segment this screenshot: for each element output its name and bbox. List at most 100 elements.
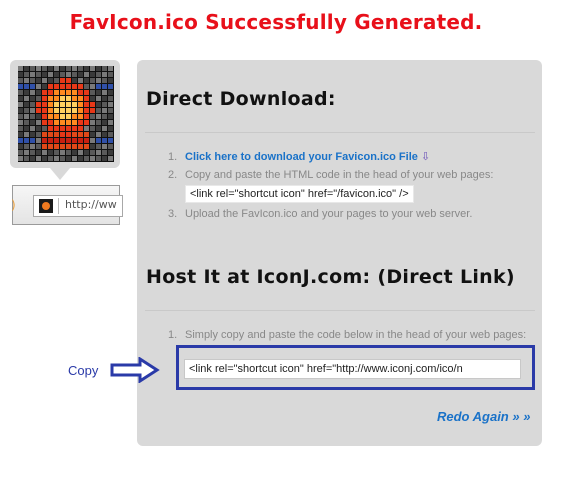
pixel	[96, 126, 101, 131]
pixel	[42, 90, 47, 95]
pixel	[66, 90, 71, 95]
pixel	[102, 102, 107, 107]
pixel	[24, 84, 29, 89]
divider	[145, 132, 535, 133]
redo-again-link[interactable]: Redo Again » »	[437, 409, 530, 424]
pixel	[78, 108, 83, 113]
pixel	[30, 102, 35, 107]
pixel	[108, 102, 113, 107]
pixel	[24, 102, 29, 107]
pixel	[66, 66, 71, 71]
pixel	[78, 96, 83, 101]
pixel	[18, 156, 23, 161]
pixel	[84, 138, 89, 143]
browser-address-bar-preview: ) http://ww	[11, 185, 123, 225]
pixel	[96, 144, 101, 149]
pixel	[54, 90, 59, 95]
pixel	[66, 150, 71, 155]
step-number: 2.	[168, 169, 178, 181]
pixel	[30, 150, 35, 155]
pixel	[36, 132, 41, 137]
pixel	[84, 156, 89, 161]
pixel	[66, 96, 71, 101]
pixel	[108, 78, 113, 83]
pixel	[78, 120, 83, 125]
pixel	[36, 150, 41, 155]
pixel	[54, 78, 59, 83]
pixel	[66, 114, 71, 119]
pixel	[54, 66, 59, 71]
pixel	[48, 126, 53, 131]
pixel	[30, 66, 35, 71]
pixel	[66, 84, 71, 89]
pixel	[108, 66, 113, 71]
direct-download-heading: Direct Download:	[146, 88, 336, 110]
url-text: http://ww	[65, 198, 117, 211]
pixel	[84, 66, 89, 71]
pixel	[54, 144, 59, 149]
pixel	[36, 156, 41, 161]
pixel	[102, 138, 107, 143]
pixel	[84, 84, 89, 89]
pixel	[18, 138, 23, 143]
pixel	[78, 138, 83, 143]
pixel	[48, 90, 53, 95]
pixel	[36, 126, 41, 131]
pixel	[72, 156, 77, 161]
pixel	[60, 144, 65, 149]
pixel	[90, 144, 95, 149]
download-favicon-link[interactable]: Click here to download your Favicon.ico …	[185, 151, 418, 163]
host-steps: 1. Simply copy and paste the code below …	[168, 328, 530, 346]
pixel	[102, 78, 107, 83]
pixel	[18, 84, 23, 89]
pixel	[18, 72, 23, 77]
pixel	[24, 120, 29, 125]
pixel	[96, 66, 101, 71]
pixel	[102, 132, 107, 137]
pixel	[108, 150, 113, 155]
hosted-link-code[interactable]: <link rel="shortcut icon" href="http://w…	[184, 359, 521, 379]
pixel	[102, 72, 107, 77]
pixel	[90, 108, 95, 113]
pixel	[30, 108, 35, 113]
pixel	[78, 144, 83, 149]
pixel	[36, 90, 41, 95]
pixel	[24, 144, 29, 149]
pixel	[60, 96, 65, 101]
pixel	[90, 84, 95, 89]
pixel	[78, 72, 83, 77]
pixel	[36, 66, 41, 71]
pixel	[84, 72, 89, 77]
host-heading: Host It at IconJ.com: (Direct Link)	[146, 266, 515, 288]
pixel	[96, 96, 101, 101]
pixel	[54, 96, 59, 101]
pixel	[108, 132, 113, 137]
preview-pointer	[50, 168, 70, 180]
pixel	[24, 114, 29, 119]
pixel	[30, 138, 35, 143]
pixel	[60, 114, 65, 119]
pixel	[90, 66, 95, 71]
pixel	[102, 144, 107, 149]
pixel	[78, 66, 83, 71]
pixel	[108, 156, 113, 161]
pixel	[72, 102, 77, 107]
local-link-code[interactable]: <link rel="shortcut icon" href="/favicon…	[185, 185, 414, 203]
pixel	[84, 114, 89, 119]
pixel	[30, 96, 35, 101]
download-arrow-icon[interactable]: ⇩	[421, 151, 430, 163]
pixel	[90, 78, 95, 83]
step-upload: 3. Upload the FavIcon.ico and your pages…	[168, 207, 530, 221]
pixel	[90, 102, 95, 107]
pixel	[90, 150, 95, 155]
pixel	[90, 114, 95, 119]
pixel	[78, 78, 83, 83]
pixel	[72, 132, 77, 137]
pixel	[72, 150, 77, 155]
pixel	[66, 126, 71, 131]
pixel	[42, 72, 47, 77]
pixel	[90, 126, 95, 131]
pixel	[102, 156, 107, 161]
pixel	[48, 132, 53, 137]
pixel	[30, 156, 35, 161]
